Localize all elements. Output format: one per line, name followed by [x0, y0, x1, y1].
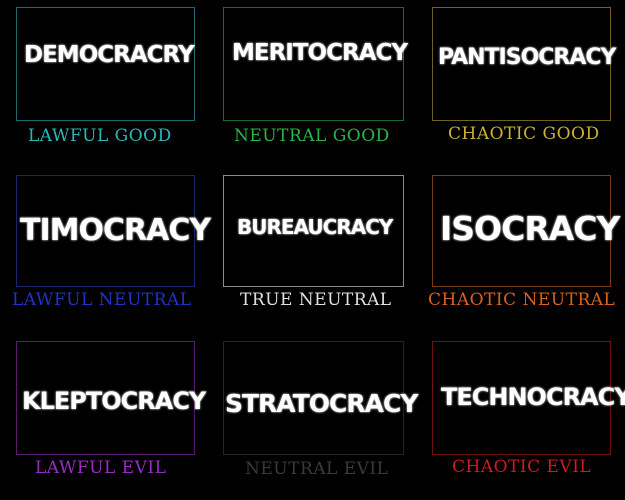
government-word: TIMOCRACY: [20, 213, 211, 248]
government-word: DEMOCRACRY: [24, 42, 195, 68]
alignment-label: CHAOTIC EVIL: [452, 457, 592, 477]
alignment-label: LAWFUL EVIL: [35, 458, 167, 478]
government-word: PANTISOCRACY: [438, 45, 616, 70]
government-word: KLEPTOCRACY: [22, 387, 206, 415]
alignment-label: LAWFUL NEUTRAL: [12, 290, 192, 310]
alignment-label: CHAOTIC GOOD: [448, 124, 600, 144]
alignment-label: LAWFUL GOOD: [28, 126, 172, 146]
alignment-label: NEUTRAL EVIL: [245, 459, 389, 479]
government-word: STRATOCRACY: [225, 389, 418, 418]
government-word: TECHNOCRACY: [441, 383, 625, 411]
government-word: ISOCRACY: [440, 209, 620, 248]
government-word: MERITOCRACY: [232, 40, 408, 66]
alignment-label: TRUE NEUTRAL: [240, 290, 392, 310]
alignment-label: NEUTRAL GOOD: [234, 126, 390, 146]
government-word: BUREAUCRACY: [237, 215, 393, 239]
alignment-label: CHAOTIC NEUTRAL: [428, 290, 616, 310]
